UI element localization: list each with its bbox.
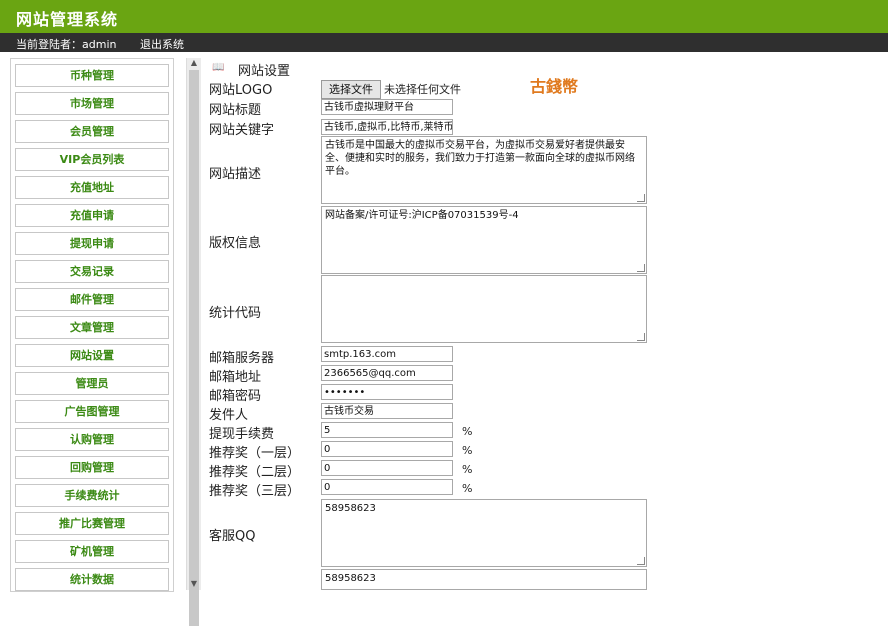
sidebar-item-fee-stats[interactable]: 手续费统计 xyxy=(15,484,169,507)
logout-link[interactable]: 退出系统 xyxy=(140,36,184,52)
keywords-label: 网站关键字 xyxy=(209,123,275,138)
sender-label: 发件人 xyxy=(209,408,249,423)
current-user-label: 当前登陆者：admin xyxy=(16,38,117,51)
withdraw-fee-label: 提现手续费 xyxy=(209,427,275,442)
sidebar-item-mail[interactable]: 邮件管理 xyxy=(15,288,169,311)
referral-1-label: 推荐奖（一层） xyxy=(209,446,301,461)
sidebar-menu: 币种管理 市场管理 会员管理 VIP会员列表 充值地址 充值申请 提现申请 交易… xyxy=(10,58,174,592)
resize-grip-icon[interactable] xyxy=(637,264,645,272)
site-logo-preview: 古錢幣 xyxy=(530,77,579,96)
resize-grip-icon[interactable] xyxy=(637,557,645,565)
section-title: 网站设置 xyxy=(238,64,291,79)
description-text: 古钱币是中国最大的虚拟币交易平台，为虚拟币交易爱好者提供最安全、便捷和实时的服务… xyxy=(325,140,635,177)
sidebar-item-deposit-requests[interactable]: 充值申请 xyxy=(15,204,169,227)
sidebar-item-buyback[interactable]: 回购管理 xyxy=(15,456,169,479)
top-header-bar: 网站管理系统 xyxy=(0,0,888,33)
sidebar-item-banners[interactable]: 广告图管理 xyxy=(15,400,169,423)
mail-server-input[interactable]: smtp.163.com xyxy=(321,346,453,362)
mail-server-label: 邮箱服务器 xyxy=(209,351,275,366)
sidebar-item-trade-records[interactable]: 交易记录 xyxy=(15,260,169,283)
sidebar-item-currency[interactable]: 币种管理 xyxy=(15,64,169,87)
withdraw-fee-unit: % xyxy=(462,425,473,438)
scroll-thumb[interactable] xyxy=(189,70,199,626)
sidebar-item-market[interactable]: 市场管理 xyxy=(15,92,169,115)
user-bar: 当前登陆者：admin 退出系统 xyxy=(0,33,888,52)
referral-3-unit: % xyxy=(462,482,473,495)
file-status-text: 未选择任何文件 xyxy=(384,83,461,96)
copyright-text: 网站备案/许可证号:沪ICP备07031539号-4 xyxy=(325,210,519,221)
sidebar-item-members[interactable]: 会员管理 xyxy=(15,120,169,143)
next-field-text: 58958623 xyxy=(325,573,376,584)
referral-3-label: 推荐奖（三层） xyxy=(209,484,301,499)
stats-code-label: 统计代码 xyxy=(209,306,262,321)
sidebar-item-withdraw-requests[interactable]: 提现申请 xyxy=(15,232,169,255)
referral-2-input[interactable]: 0 xyxy=(321,460,453,476)
mail-address-input[interactable]: 2366565@qq.com xyxy=(321,365,453,381)
referral-2-unit: % xyxy=(462,463,473,476)
sidebar-item-deposit-address[interactable]: 充值地址 xyxy=(15,176,169,199)
referral-1-unit: % xyxy=(462,444,473,457)
scroll-up-arrow-icon[interactable]: ▲ xyxy=(187,58,201,69)
sidebar-item-subscriptions[interactable]: 认购管理 xyxy=(15,428,169,451)
scroll-down-arrow-icon[interactable]: ▼ xyxy=(187,579,201,590)
service-qq-label: 客服QQ xyxy=(209,529,256,544)
withdraw-fee-input[interactable]: 5 xyxy=(321,422,453,438)
sidebar-item-miners[interactable]: 矿机管理 xyxy=(15,540,169,563)
mail-address-label: 邮箱地址 xyxy=(209,370,262,385)
resize-grip-icon[interactable] xyxy=(637,194,645,202)
stats-code-textarea[interactable] xyxy=(321,275,647,343)
app-title: 网站管理系统 xyxy=(16,10,119,29)
copyright-label: 版权信息 xyxy=(209,236,262,251)
mail-password-input[interactable]: ••••••• xyxy=(321,384,453,400)
description-textarea[interactable]: 古钱币是中国最大的虚拟币交易平台，为虚拟币交易爱好者提供最安全、便捷和实时的服务… xyxy=(321,136,647,204)
sidebar-item-statistics[interactable]: 统计数据 xyxy=(15,568,169,591)
sender-input[interactable]: 古钱币交易 xyxy=(321,403,453,419)
referral-1-input[interactable]: 0 xyxy=(321,441,453,457)
service-qq-textarea[interactable]: 58958623 xyxy=(321,499,647,567)
referral-3-input[interactable]: 0 xyxy=(321,479,453,495)
description-label: 网站描述 xyxy=(209,167,262,182)
logo-label: 网站LOGO xyxy=(209,83,273,98)
copyright-textarea[interactable]: 网站备案/许可证号:沪ICP备07031539号-4 xyxy=(321,206,647,274)
sidebar-item-site-settings[interactable]: 网站设置 xyxy=(15,344,169,367)
resize-grip-icon[interactable] xyxy=(637,333,645,341)
sidebar-item-admins[interactable]: 管理员 xyxy=(15,372,169,395)
site-title-input[interactable]: 古钱币虚拟理财平台 xyxy=(321,99,453,115)
sidebar-item-vip-list[interactable]: VIP会员列表 xyxy=(15,148,169,171)
next-field-textarea[interactable]: 58958623 xyxy=(321,569,647,590)
choose-file-button[interactable]: 选择文件 xyxy=(321,80,381,99)
settings-book-icon: 📖 xyxy=(212,62,225,73)
mail-password-label: 邮箱密码 xyxy=(209,389,262,404)
service-qq-text: 58958623 xyxy=(325,503,376,514)
sidebar-scrollbar[interactable]: ▲ ▼ xyxy=(186,58,201,626)
keywords-input[interactable]: 古钱币,虚拟币,比特币,莱特币 xyxy=(321,119,453,135)
site-title-label: 网站标题 xyxy=(209,103,262,118)
sidebar-item-promo-contest[interactable]: 推广比赛管理 xyxy=(15,512,169,535)
sidebar-item-articles[interactable]: 文章管理 xyxy=(15,316,169,339)
referral-2-label: 推荐奖（二层） xyxy=(209,465,301,480)
